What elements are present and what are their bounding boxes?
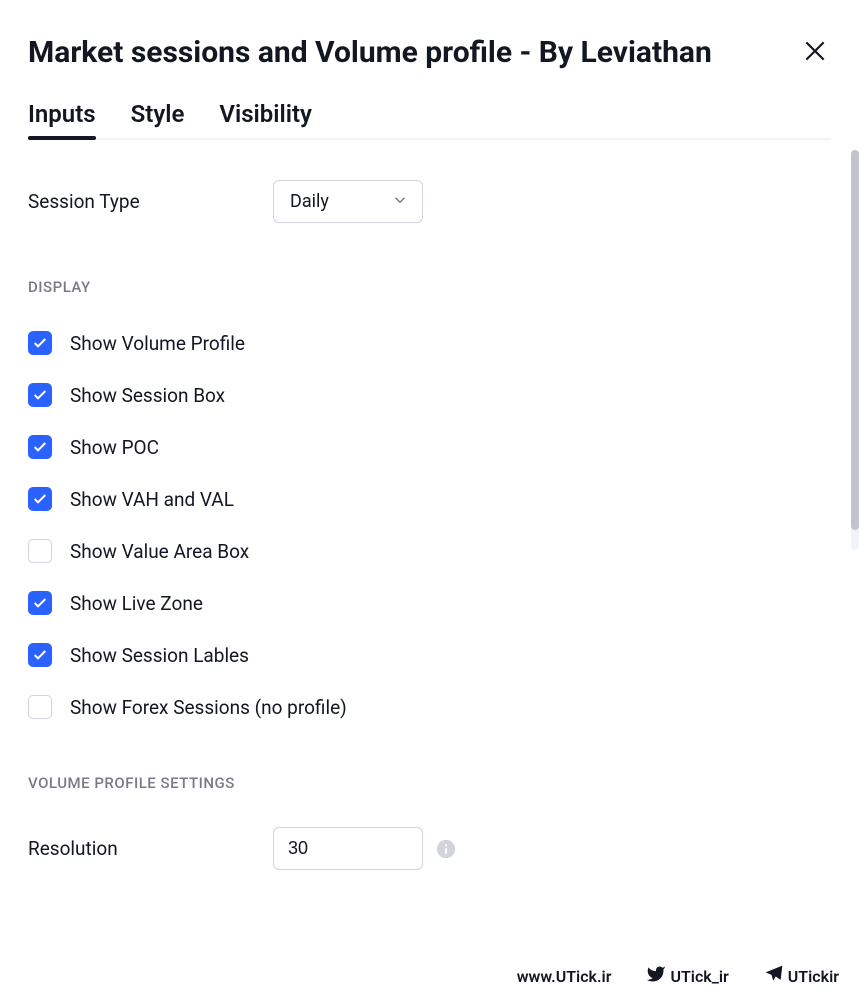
close-icon (802, 38, 828, 68)
checkbox-label: Show Value Area Box (70, 540, 249, 563)
checkbox-label: Show POC (70, 436, 159, 459)
close-button[interactable] (799, 37, 831, 69)
checkbox-row[interactable]: Show POC (28, 435, 831, 459)
checkbox-row[interactable]: Show Value Area Box (28, 539, 831, 563)
tab-inputs[interactable]: Inputs (28, 100, 96, 138)
checkbox[interactable] (28, 643, 52, 667)
session-type-label: Session Type (28, 190, 273, 213)
checkbox[interactable] (28, 383, 52, 407)
checkbox-row[interactable]: Show Volume Profile (28, 331, 831, 355)
checkbox-label: Show Session Box (70, 384, 225, 407)
checkbox[interactable] (28, 539, 52, 563)
footer: www.UTick.ir UTick_ir UTickir (517, 964, 839, 988)
dialog-title: Market sessions and Volume profile - By … (28, 35, 712, 70)
checkbox-row[interactable]: Show VAH and VAL (28, 487, 831, 511)
checkbox[interactable] (28, 487, 52, 511)
checkbox[interactable] (28, 435, 52, 459)
checkbox-label: Show Volume Profile (70, 332, 245, 355)
twitter-icon (646, 964, 666, 988)
checkbox-row[interactable]: Show Session Lables (28, 643, 831, 667)
checkbox-row[interactable]: Show Forex Sessions (no profile) (28, 695, 831, 719)
scrollbar-thumb[interactable] (851, 150, 859, 530)
checkbox[interactable] (28, 591, 52, 615)
footer-twitter: UTick_ir (646, 964, 728, 988)
checkbox-row[interactable]: Show Live Zone (28, 591, 831, 615)
checkbox-label: Show Forex Sessions (no profile) (70, 696, 347, 719)
session-type-row: Session Type Daily (28, 180, 831, 223)
checkbox[interactable] (28, 695, 52, 719)
resolution-input[interactable] (273, 827, 423, 870)
footer-telegram: UTickir (764, 964, 839, 988)
scrollbar[interactable] (851, 150, 859, 550)
checkbox-label: Show VAH and VAL (70, 488, 234, 511)
tab-visibility[interactable]: Visibility (219, 100, 312, 138)
display-section-header: DISPLAY (28, 278, 831, 296)
checkbox-row[interactable]: Show Session Box (28, 383, 831, 407)
resolution-row: Resolution (28, 827, 831, 870)
info-icon[interactable] (435, 838, 457, 860)
volume-profile-section-header: VOLUME PROFILE SETTINGS (28, 774, 831, 792)
tabs-container: Inputs Style Visibility (28, 100, 831, 140)
tab-style[interactable]: Style (131, 100, 185, 138)
telegram-icon (764, 964, 784, 988)
session-type-select[interactable]: Daily (273, 180, 423, 223)
resolution-label: Resolution (28, 837, 273, 860)
checkbox[interactable] (28, 331, 52, 355)
checkbox-label: Show Session Lables (70, 644, 249, 667)
checkbox-label: Show Live Zone (70, 592, 203, 615)
settings-dialog: Market sessions and Volume profile - By … (0, 0, 859, 910)
footer-website: www.UTick.ir (517, 967, 612, 986)
